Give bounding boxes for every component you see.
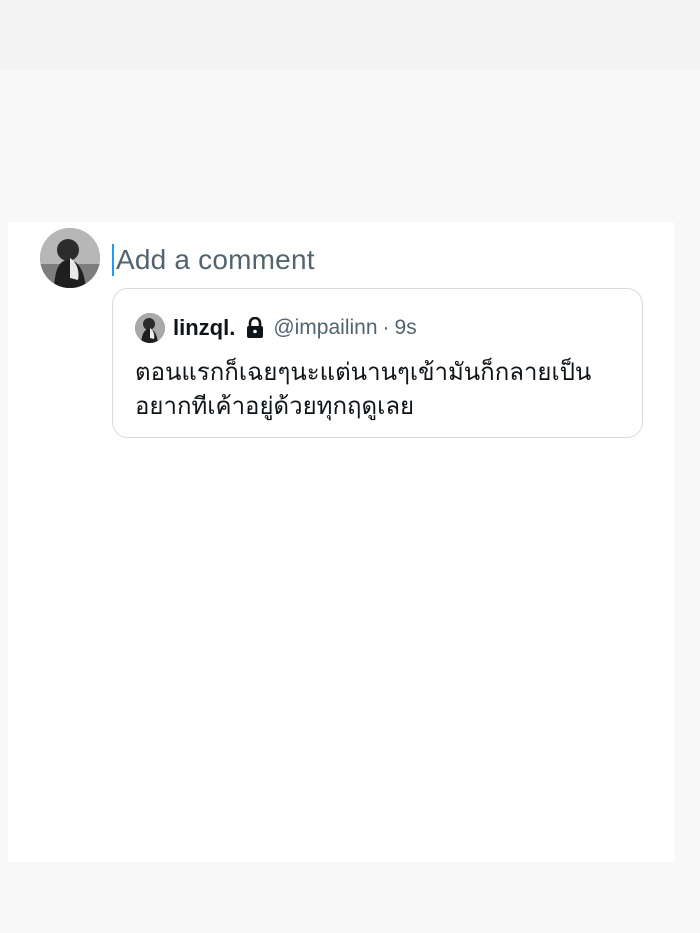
comment-placeholder: Add a comment bbox=[116, 244, 315, 275]
text-caret bbox=[112, 244, 114, 276]
quoted-post-text-line: อยากทีเค้าอยู่ด้วยทุกฤดูเลย bbox=[135, 392, 415, 420]
reply-composer: Add a comment linzql. @impailinn · 9s ตอ… bbox=[8, 222, 674, 862]
author-avatar[interactable] bbox=[135, 313, 165, 343]
quoted-post-text: ตอนแรกก็เฉยๆนะแต่นานๆเข้ามันก็กลายเป็น อ… bbox=[135, 355, 625, 423]
author-avatar-icon bbox=[135, 313, 165, 343]
post-timestamp[interactable]: 9s bbox=[395, 316, 417, 340]
quoted-post-text-line: ตอนแรกก็เฉยๆนะแต่นานๆเข้ามันก็กลายเป็น bbox=[135, 358, 592, 386]
quoted-post[interactable]: linzql. @impailinn · 9s ตอนแรกก็เฉยๆนะแต… bbox=[112, 288, 643, 438]
page: Add a comment linzql. @impailinn · 9s ตอ… bbox=[0, 0, 700, 933]
avatar-icon bbox=[40, 228, 100, 288]
author-display-name[interactable]: linzql. bbox=[173, 315, 235, 341]
comment-input[interactable]: Add a comment bbox=[112, 240, 315, 280]
meta-separator: · bbox=[382, 316, 390, 339]
author-handle[interactable]: @impailinn bbox=[273, 316, 377, 340]
user-avatar[interactable] bbox=[40, 228, 100, 288]
lock-icon bbox=[245, 317, 265, 339]
top-band bbox=[0, 0, 700, 70]
quoted-post-header: linzql. @impailinn · 9s bbox=[135, 311, 417, 345]
